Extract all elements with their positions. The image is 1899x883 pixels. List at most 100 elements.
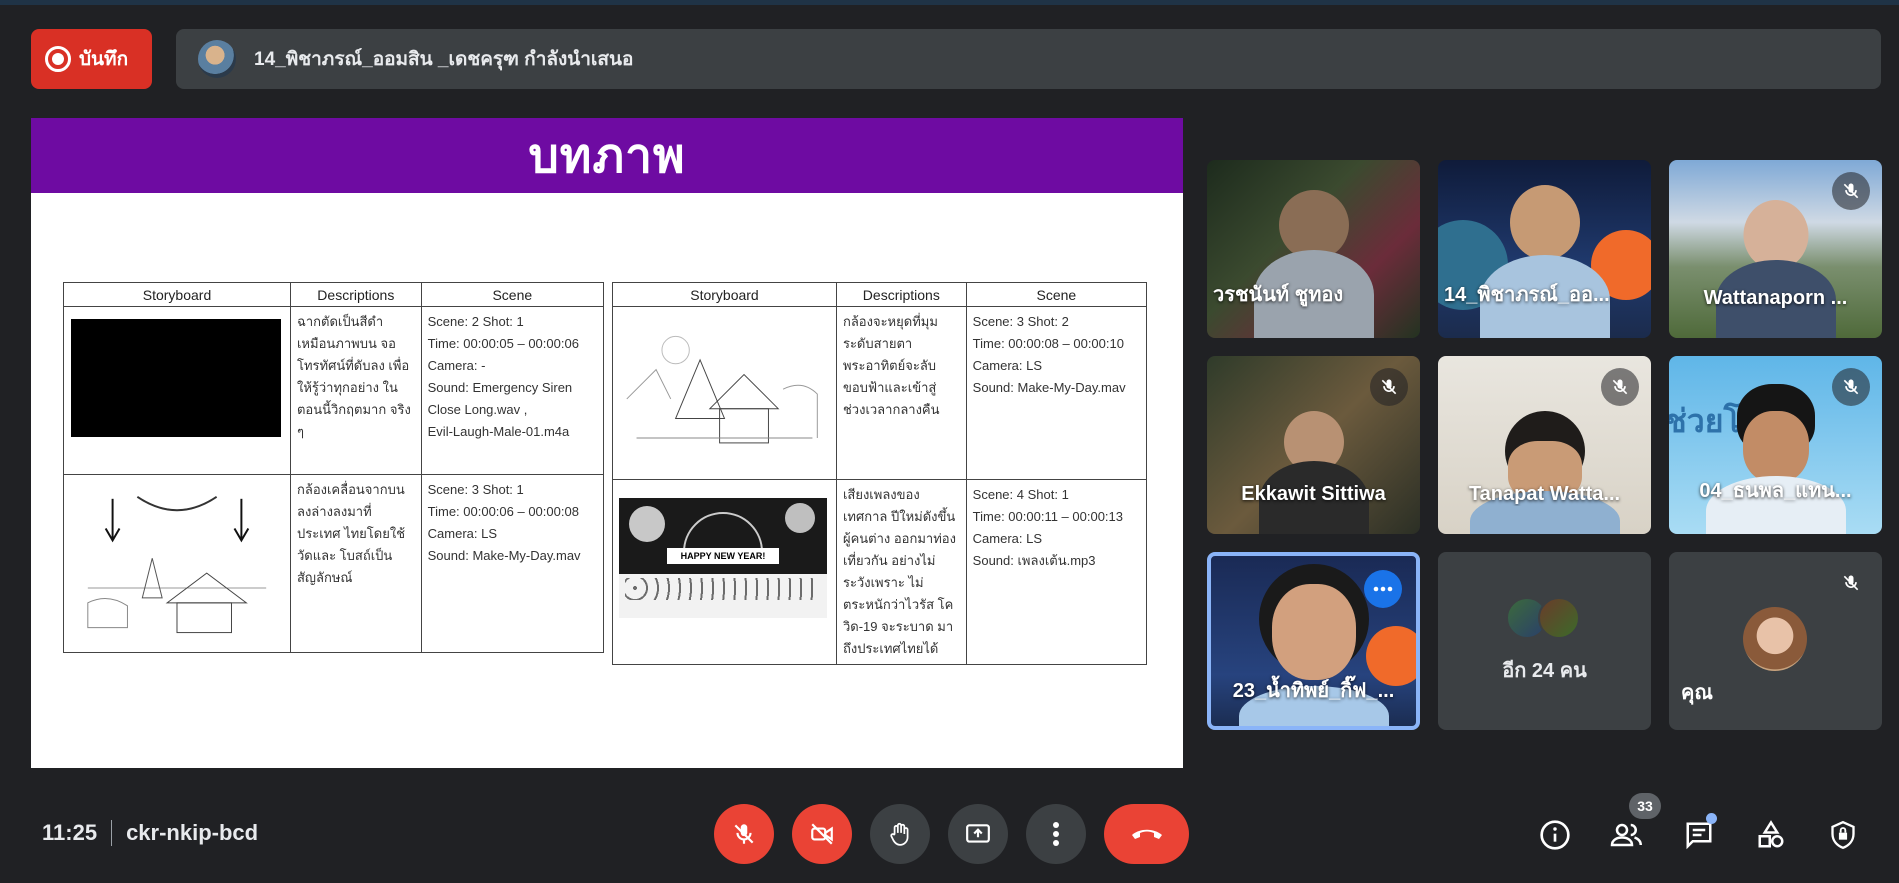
camera-toggle-button[interactable] bbox=[792, 804, 852, 864]
mic-muted-badge bbox=[1832, 564, 1870, 602]
end-call-icon bbox=[1131, 829, 1162, 839]
scene-line: Camera: LS bbox=[972, 531, 1043, 546]
table-header: Descriptions bbox=[289, 282, 422, 307]
scene-line: Sound: Make-My-Day.mav bbox=[427, 548, 581, 563]
mic-off-icon bbox=[1843, 379, 1859, 395]
table-header: Storyboard bbox=[612, 282, 837, 307]
others-tile[interactable]: อีก 24 คน bbox=[1438, 552, 1651, 730]
presenter-avatar bbox=[198, 40, 236, 78]
description-cell: ฉากตัดเป็นสีดำ เหมือนภาพบน จอโทรทัศน์ที่… bbox=[289, 306, 422, 475]
scene-line: Time: 00:00:06 – 00:00:08 bbox=[427, 504, 579, 519]
participant-face bbox=[1742, 411, 1809, 483]
participant-name: 14_พิชาภรณ์_ออ... bbox=[1444, 284, 1610, 306]
participant-face bbox=[1271, 584, 1356, 680]
mic-off-icon bbox=[1381, 379, 1397, 395]
people-button[interactable] bbox=[1609, 817, 1645, 853]
participant-name: 04_ธนพล_แทน... bbox=[1699, 480, 1852, 502]
raise-hand-button[interactable] bbox=[870, 804, 930, 864]
scene-line: Sound: Make-My-Day.mav bbox=[972, 380, 1126, 395]
meeting-code: ckr-nkip-bcd bbox=[126, 820, 259, 845]
background-text: ช่วยโ bbox=[1669, 403, 1741, 439]
present-screen-icon bbox=[966, 824, 990, 843]
people-count-badge: 33 bbox=[1629, 793, 1661, 819]
activities-button[interactable] bbox=[1753, 817, 1789, 853]
storyboard-cell bbox=[612, 306, 837, 480]
storyboard-cell: HAPPY NEW YEAR! bbox=[612, 479, 837, 665]
activities-icon bbox=[1758, 820, 1784, 848]
participant-name: วรชนันท์ ชูทอง bbox=[1213, 284, 1344, 306]
participant-face bbox=[1509, 185, 1580, 260]
scene-line: Evil-Laugh-Male-01.m4a bbox=[427, 424, 570, 439]
table-header: Descriptions bbox=[835, 282, 967, 307]
info-icon bbox=[1540, 820, 1570, 850]
divider bbox=[111, 820, 113, 846]
more-options-badge[interactable] bbox=[1364, 570, 1402, 608]
chat-icon bbox=[1686, 822, 1712, 850]
temple-arrows-sketch bbox=[87, 496, 267, 634]
scene-line: Sound: เพลงเต้น.mp3 bbox=[972, 553, 1096, 568]
recording-button[interactable]: บันทึก bbox=[31, 29, 152, 89]
participant-tile[interactable]: 14_พิชาภรณ์_ออ... bbox=[1438, 160, 1651, 338]
scene-cell: Scene: 4 Shot: 1 Time: 00:00:11 – 00:00:… bbox=[965, 479, 1148, 665]
storyboard-table-right: Storyboard Descriptions Scene กล้องจะหยุ… bbox=[612, 282, 1148, 665]
self-tile[interactable]: คุณ bbox=[1669, 552, 1882, 730]
more-horiz-icon bbox=[1373, 586, 1393, 592]
self-avatar bbox=[1743, 607, 1807, 671]
scene-cell: Scene: 3 Shot: 2 Time: 00:00:08 – 00:00:… bbox=[965, 306, 1148, 480]
mic-toggle-button[interactable] bbox=[714, 804, 774, 864]
storyboard-cell bbox=[63, 306, 291, 475]
record-icon bbox=[45, 46, 71, 72]
scene-line: Time: 00:00:05 – 00:00:06 bbox=[427, 336, 579, 351]
mic-off-icon bbox=[734, 824, 754, 844]
description-cell: กล้องเคลื่อนจากบน ลงล่างลงมาที่ประเทศ ไท… bbox=[289, 474, 422, 653]
table-header: Scene bbox=[965, 282, 1148, 307]
end-call-button[interactable] bbox=[1104, 804, 1189, 864]
scene-line: Time: 00:00:11 – 00:00:13 bbox=[972, 509, 1123, 524]
scene-cell: Scene: 3 Shot: 1 Time: 00:00:06 – 00:00:… bbox=[420, 474, 605, 653]
meeting-info: 11:25 ckr-nkip-bcd bbox=[42, 820, 258, 846]
scene-line: Scene: 3 Shot: 2 bbox=[972, 314, 1069, 329]
scene-line: Camera: LS bbox=[972, 358, 1043, 373]
table-header: Scene bbox=[420, 282, 605, 307]
camera-off-icon bbox=[811, 823, 833, 845]
participant-name: 23_น้ำทิพย์_กิ๊ฟ_... bbox=[1232, 680, 1395, 702]
participant-name: คุณ bbox=[1681, 682, 1713, 704]
storyboard-cell bbox=[63, 474, 291, 653]
clock-time: 11:25 bbox=[42, 820, 98, 845]
participant-name: Tanapat Watta... bbox=[1468, 483, 1621, 505]
scene-line: Scene: 3 Shot: 1 bbox=[427, 482, 524, 497]
slide-title: บทภาพ bbox=[31, 118, 1183, 193]
scene-line: Scene: 2 Shot: 1 bbox=[427, 314, 524, 329]
scene-line: Scene: 4 Shot: 1 bbox=[972, 487, 1069, 502]
participant-tile[interactable]: Wattanaporn ... bbox=[1669, 160, 1882, 338]
participant-tile[interactable]: วรชนันท์ ชูทอง bbox=[1207, 160, 1420, 338]
scene-line: Camera: - bbox=[427, 358, 486, 373]
temple-sketch bbox=[626, 335, 818, 444]
participant-name: Wattanaporn ... bbox=[1703, 287, 1848, 309]
others-avatar bbox=[1538, 597, 1580, 639]
presenter-bar[interactable]: 14_พิชาภรณ์_ออมสิน _เดชครุฑ กำลังนำเสนอ bbox=[176, 29, 1881, 89]
participant-tile[interactable]: Tanapat Watta... bbox=[1438, 356, 1651, 534]
description-cell: เสียงเพลงของเทศกาล ปีใหม่ดังขึ้น ผู้คนต่… bbox=[835, 479, 967, 665]
participant-tile-active[interactable]: 23_น้ำทิพย์_กิ๊ฟ_... bbox=[1207, 552, 1420, 730]
participant-name: Ekkawit Sittiwa bbox=[1241, 483, 1386, 505]
presenter-text: 14_พิชาภรณ์_ออมสิน _เดชครุฑ กำลังนำเสนอ bbox=[254, 49, 634, 70]
table-header: Storyboard bbox=[63, 282, 291, 307]
mic-off-icon bbox=[1843, 575, 1859, 591]
storyboard-table-left: Storyboard Descriptions Scene ฉากตัดเป็น… bbox=[63, 282, 605, 653]
scene-cell: Scene: 2 Shot: 1 Time: 00:00:05 – 00:00:… bbox=[420, 306, 605, 475]
scene-line: Sound: Emergency Siren Close Long.wav , bbox=[427, 380, 573, 417]
more-options-button[interactable] bbox=[1026, 804, 1086, 864]
presented-slide[interactable]: บทภาพ Storyboard Descriptions Scene ฉากต… bbox=[31, 118, 1183, 768]
meeting-details-button[interactable] bbox=[1537, 817, 1573, 853]
host-controls-button[interactable] bbox=[1825, 817, 1861, 853]
present-screen-button[interactable] bbox=[948, 804, 1008, 864]
more-options-icon bbox=[1053, 822, 1059, 846]
description-cell: กล้องจะหยุดที่มุม ระดับสายตา พระอาทิตย์จ… bbox=[835, 306, 967, 480]
participant-tile[interactable]: Ekkawit Sittiwa bbox=[1207, 356, 1420, 534]
mic-muted-badge bbox=[1832, 172, 1870, 210]
participant-tile[interactable]: ช่วยโ 04_ธนพล_แทน... bbox=[1669, 356, 1882, 534]
host-controls-icon bbox=[1831, 820, 1855, 850]
people-icon bbox=[1610, 823, 1642, 847]
happy-new-year-sketch: HAPPY NEW YEAR! bbox=[619, 498, 827, 618]
